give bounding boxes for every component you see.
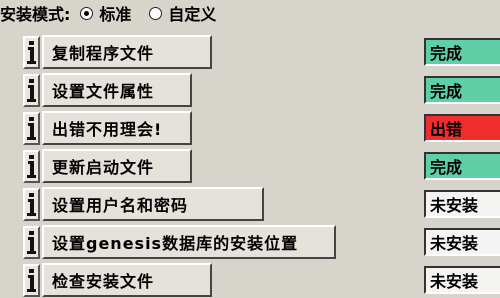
install-step: 出错不用理会! 出错 [0, 110, 500, 146]
status-badge: 未安装 [424, 190, 500, 218]
status-badge: 未安装 [424, 228, 500, 256]
step-button[interactable]: 设置用户名和密码 [42, 187, 264, 221]
info-button[interactable] [23, 264, 40, 297]
info-i-icon [27, 230, 36, 254]
status-text: 未安装 [430, 272, 479, 291]
install-step: 复制程序文件 完成 [0, 34, 500, 70]
step-button[interactable]: 出错不用理会! [42, 111, 192, 145]
install-mode-row: 安装模式: 标准 自定义 [0, 0, 500, 26]
info-button[interactable] [23, 188, 40, 221]
step-button[interactable]: 设置genesis数据库的安装位置 [42, 225, 336, 259]
status-badge: 完成 [424, 152, 500, 180]
step-button[interactable]: 检查安装文件 [42, 263, 212, 297]
radio-custom[interactable] [149, 6, 163, 20]
info-button[interactable] [23, 226, 40, 259]
status-text: 完成 [430, 158, 463, 177]
info-button[interactable] [23, 150, 40, 183]
info-i-icon [27, 154, 36, 178]
radio-standard-label[interactable]: 标准 [99, 1, 131, 25]
status-text: 出错 [430, 120, 463, 139]
status-text: 完成 [430, 82, 463, 101]
install-step: 设置文件属性 完成 [0, 72, 500, 108]
info-button[interactable] [23, 36, 40, 69]
info-i-icon [27, 40, 36, 64]
install-step: 检查安装文件 未安装 [0, 262, 500, 298]
status-text: 未安装 [430, 234, 479, 253]
step-label: 设置文件属性 [52, 82, 155, 101]
info-i-icon [27, 116, 36, 140]
step-button[interactable]: 复制程序文件 [42, 35, 212, 69]
status-badge: 出错 [424, 114, 500, 142]
info-i-icon [27, 192, 36, 216]
step-button[interactable]: 更新启动文件 [42, 149, 192, 183]
install-mode-label: 安装模式: [0, 5, 71, 24]
step-label: 更新启动文件 [52, 158, 155, 177]
info-i-icon [27, 78, 36, 102]
radio-standard[interactable] [80, 6, 94, 20]
step-label: 设置用户名和密码 [52, 196, 189, 215]
step-label: 复制程序文件 [52, 44, 155, 63]
status-text: 未安装 [430, 196, 479, 215]
status-text: 完成 [430, 44, 463, 63]
status-badge: 完成 [424, 38, 500, 66]
step-label: 检查安装文件 [52, 272, 155, 291]
status-badge: 完成 [424, 76, 500, 104]
info-button[interactable] [23, 112, 40, 145]
step-label: 设置genesis数据库的安装位置 [52, 234, 299, 253]
step-button[interactable]: 设置文件属性 [42, 73, 192, 107]
step-label: 出错不用理会! [52, 120, 163, 139]
info-button[interactable] [23, 74, 40, 107]
install-step: 更新启动文件 完成 [0, 148, 500, 184]
install-step: 设置用户名和密码 未安装 [0, 186, 500, 222]
install-step: 设置genesis数据库的安装位置 未安装 [0, 224, 500, 260]
radio-custom-label[interactable]: 自定义 [168, 1, 216, 25]
